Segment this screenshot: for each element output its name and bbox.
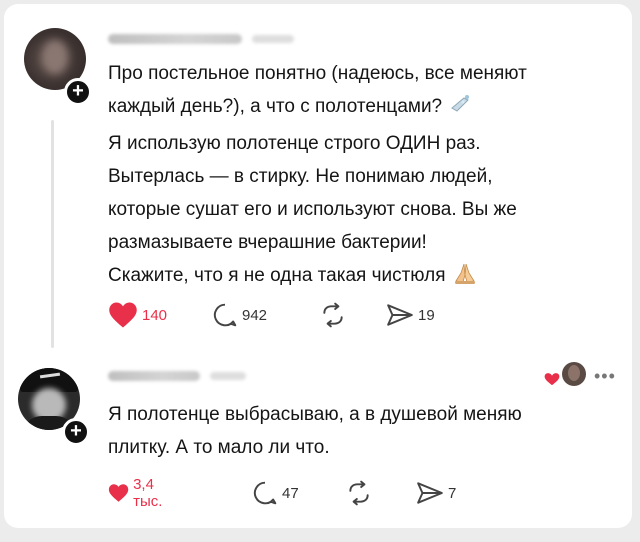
thread-card: + Про постельное понятно (надеюсь, все м…	[4, 4, 632, 528]
username-blurred[interactable]	[108, 371, 200, 381]
like-button[interactable]: 140	[108, 300, 167, 330]
repost-icon	[323, 302, 343, 328]
repost-icon	[349, 480, 369, 506]
share-icon	[417, 482, 443, 504]
username-blurred[interactable]	[108, 34, 242, 44]
comment-line: размазываете вчерашние бактерии!	[108, 232, 427, 253]
share-count: 7	[448, 484, 457, 502]
reply-button[interactable]: 47	[252, 478, 299, 508]
share-icon	[387, 304, 413, 326]
thread-line	[51, 120, 54, 348]
reply-icon	[213, 303, 237, 327]
soap-emoji-icon	[448, 94, 472, 127]
like-button[interactable]: 3,4 тыс.	[108, 476, 171, 510]
follow-plus-icon[interactable]: +	[64, 78, 92, 106]
comment-line: Вытерлась — в стирку. Не понимаю людей,	[108, 166, 493, 187]
timestamp-blurred	[252, 35, 294, 43]
share-button[interactable]: 19	[386, 300, 435, 330]
comment-text: Я полотенце выбрасываю, а в душевой меня…	[108, 398, 618, 464]
heart-icon	[108, 484, 129, 502]
comment-text: Про постельное понятно (надеюсь, все мен…	[108, 57, 618, 296]
comment-line: которые сушат его и используют снова. Вы…	[108, 199, 517, 220]
comment-line: Я полотенце выбрасываю, а в душевой меня…	[108, 404, 522, 425]
repost-button[interactable]	[346, 478, 372, 508]
heart-icon	[109, 302, 137, 328]
more-icon[interactable]: •••	[594, 366, 616, 387]
reply-button[interactable]: 942	[212, 300, 267, 330]
reply-icon	[253, 481, 277, 505]
author-liked-badge	[543, 360, 588, 390]
reply-count: 942	[242, 306, 268, 324]
repost-button[interactable]	[320, 300, 346, 330]
follow-plus-icon[interactable]: +	[62, 418, 90, 446]
reply-count: 47	[282, 484, 299, 502]
timestamp-blurred	[210, 372, 246, 380]
like-count: 140	[142, 306, 168, 324]
comment-line: Скажите, что я не одна такая чистюля	[108, 265, 446, 286]
comment-line: каждый день?), а что с полотенцами?	[108, 96, 443, 117]
comment-line: Про постельное понятно (надеюсь, все мен…	[108, 63, 527, 84]
comment-line: плитку. А то мало ли что.	[108, 437, 330, 458]
share-count: 19	[418, 306, 435, 324]
comment-line: Я использую полотенце строго ОДИН раз.	[108, 133, 481, 154]
praying-hands-emoji-icon	[452, 261, 478, 296]
like-count: 3,4 тыс.	[133, 476, 163, 510]
share-button[interactable]: 7	[416, 478, 456, 508]
